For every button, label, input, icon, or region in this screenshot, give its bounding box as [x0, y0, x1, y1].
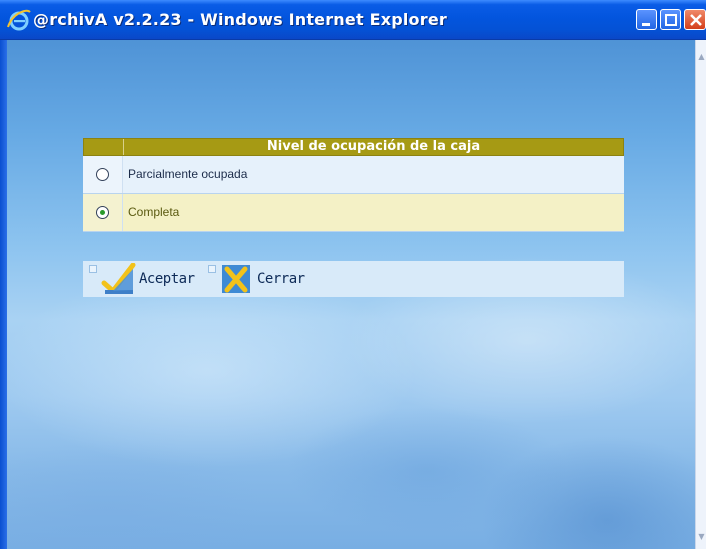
close-icon: [690, 14, 702, 26]
bullet-icon: [89, 265, 97, 273]
scroll-down-icon[interactable]: ▼: [697, 530, 706, 544]
browser-content: Nivel de ocupación de la caja Parcialmen…: [7, 40, 695, 549]
window-title-bar[interactable]: @rchivA v2.2.23 - Windows Internet Explo…: [0, 0, 706, 40]
window-frame-left: [0, 40, 7, 549]
maximize-button[interactable]: [660, 9, 681, 30]
x-cross-icon: [222, 265, 250, 293]
checkmark-icon: [101, 263, 136, 294]
scroll-up-icon[interactable]: ▲: [697, 50, 706, 64]
accept-label: Aceptar: [139, 271, 195, 287]
action-bar: Aceptar Cerrar: [83, 261, 624, 297]
minimize-icon: [642, 23, 650, 26]
radio-complete[interactable]: [96, 206, 109, 219]
minimize-button[interactable]: [636, 9, 657, 30]
panel-header: Nivel de ocupación de la caja: [83, 138, 624, 156]
radio-cell: [83, 156, 123, 193]
radio-partial[interactable]: [96, 168, 109, 181]
internet-explorer-icon: [7, 9, 31, 31]
header-gutter: [84, 139, 124, 155]
close-button[interactable]: Cerrar: [220, 263, 310, 295]
panel-title: Nivel de ocupación de la caja: [266, 139, 481, 154]
option-row-partial[interactable]: Parcialmente ocupada: [83, 156, 624, 194]
maximize-icon: [665, 14, 677, 26]
option-row-complete[interactable]: Completa: [83, 194, 624, 232]
bullet-icon: [208, 265, 216, 273]
occupancy-panel: Nivel de ocupación de la caja Parcialmen…: [83, 138, 624, 232]
close-label: Cerrar: [257, 271, 305, 287]
radio-cell: [83, 194, 123, 231]
accept-button[interactable]: Aceptar: [101, 263, 203, 295]
vertical-scrollbar[interactable]: ▲ ▼: [695, 40, 706, 549]
close-window-button[interactable]: [684, 9, 706, 30]
option-label-complete: Completa: [128, 205, 180, 219]
option-label-partial: Parcialmente ocupada: [128, 167, 248, 181]
radio-selected-dot: [100, 210, 105, 215]
window-title: @rchivA v2.2.23 - Windows Internet Explo…: [33, 10, 447, 29]
